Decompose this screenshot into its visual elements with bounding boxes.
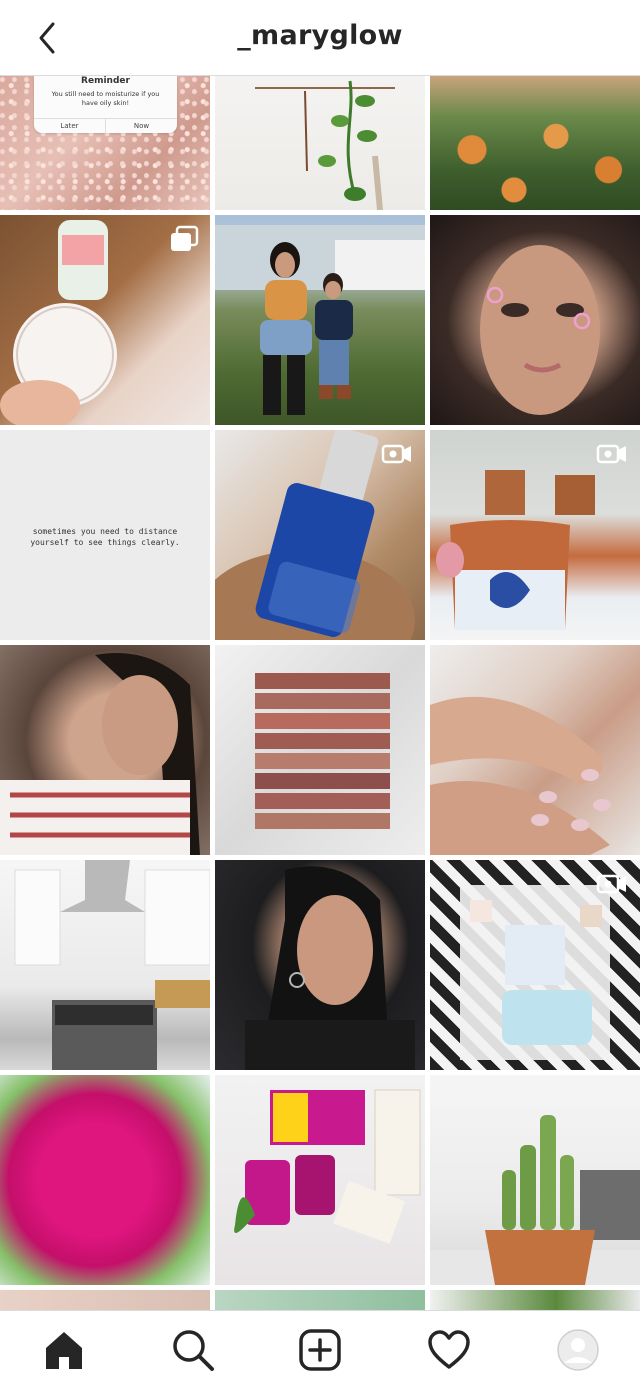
- nav-profile[interactable]: [555, 1327, 601, 1373]
- reminder-later: Later: [60, 122, 79, 130]
- video-icon: [381, 444, 411, 464]
- selfie-photo: [480, 245, 600, 415]
- profile-username: _maryglow: [237, 20, 403, 51]
- cleaning-products-photo: [234, 1089, 421, 1244]
- top-bar: _maryglow: [0, 0, 640, 76]
- cactus-photo: [430, 1115, 640, 1285]
- nav-new-post[interactable]: [297, 1327, 343, 1373]
- post-tile[interactable]: Reminder You still need to moisturize if…: [0, 76, 210, 210]
- plant-wall-image: [255, 80, 395, 210]
- post-tile[interactable]: [430, 76, 640, 210]
- nav-home[interactable]: [41, 1327, 87, 1373]
- activity-heart-icon: [428, 1330, 470, 1369]
- selfie-photo: [245, 866, 415, 1070]
- video-icon: [596, 874, 626, 894]
- video-icon: [596, 444, 626, 464]
- manicure-photo: [430, 696, 611, 855]
- post-tile[interactable]: [0, 1075, 210, 1285]
- reminder-card: Reminder You still need to moisturize if…: [34, 76, 177, 133]
- lipstick-set-photo: [255, 673, 390, 829]
- post-tile[interactable]: [430, 215, 640, 425]
- post-tile[interactable]: [0, 1290, 210, 1310]
- post-tile[interactable]: [0, 215, 210, 425]
- reminder-title: Reminder: [81, 76, 130, 86]
- post-tile[interactable]: [215, 215, 425, 425]
- posts-grid: Reminder You still need to moisturize if…: [0, 76, 640, 1310]
- reminder-body: You still need to moisturize if you have…: [51, 90, 160, 107]
- post-tile[interactable]: [215, 1075, 425, 1285]
- reminder-now: Now: [105, 119, 177, 133]
- home-icon: [46, 1332, 82, 1369]
- family-photo: [215, 225, 425, 415]
- post-tile[interactable]: [430, 860, 640, 1070]
- post-tile[interactable]: [215, 1290, 425, 1310]
- bottom-nav: [0, 1310, 640, 1386]
- quote-text: sometimes you need to distance yourself …: [30, 527, 180, 547]
- post-tile[interactable]: [215, 860, 425, 1070]
- post-tile[interactable]: [215, 430, 425, 640]
- post-tile[interactable]: [215, 76, 425, 210]
- post-tile[interactable]: [430, 645, 640, 855]
- post-tile[interactable]: [0, 645, 210, 855]
- post-tile[interactable]: [215, 645, 425, 855]
- carousel-icon: [171, 225, 199, 251]
- selfie-photo: [0, 653, 200, 855]
- post-tile[interactable]: [430, 1075, 640, 1285]
- nav-activity[interactable]: [426, 1327, 472, 1373]
- new-post-icon: [299, 1329, 341, 1371]
- post-tile[interactable]: sometimes you need to distance yourself …: [0, 430, 210, 640]
- post-tile[interactable]: [430, 430, 640, 640]
- profile-avatar: [557, 1329, 599, 1371]
- post-tile[interactable]: [430, 1290, 640, 1310]
- search-icon: [173, 1330, 214, 1371]
- nav-search[interactable]: [170, 1327, 216, 1373]
- post-tile[interactable]: [0, 860, 210, 1070]
- kitchen-photo: [14, 860, 210, 1070]
